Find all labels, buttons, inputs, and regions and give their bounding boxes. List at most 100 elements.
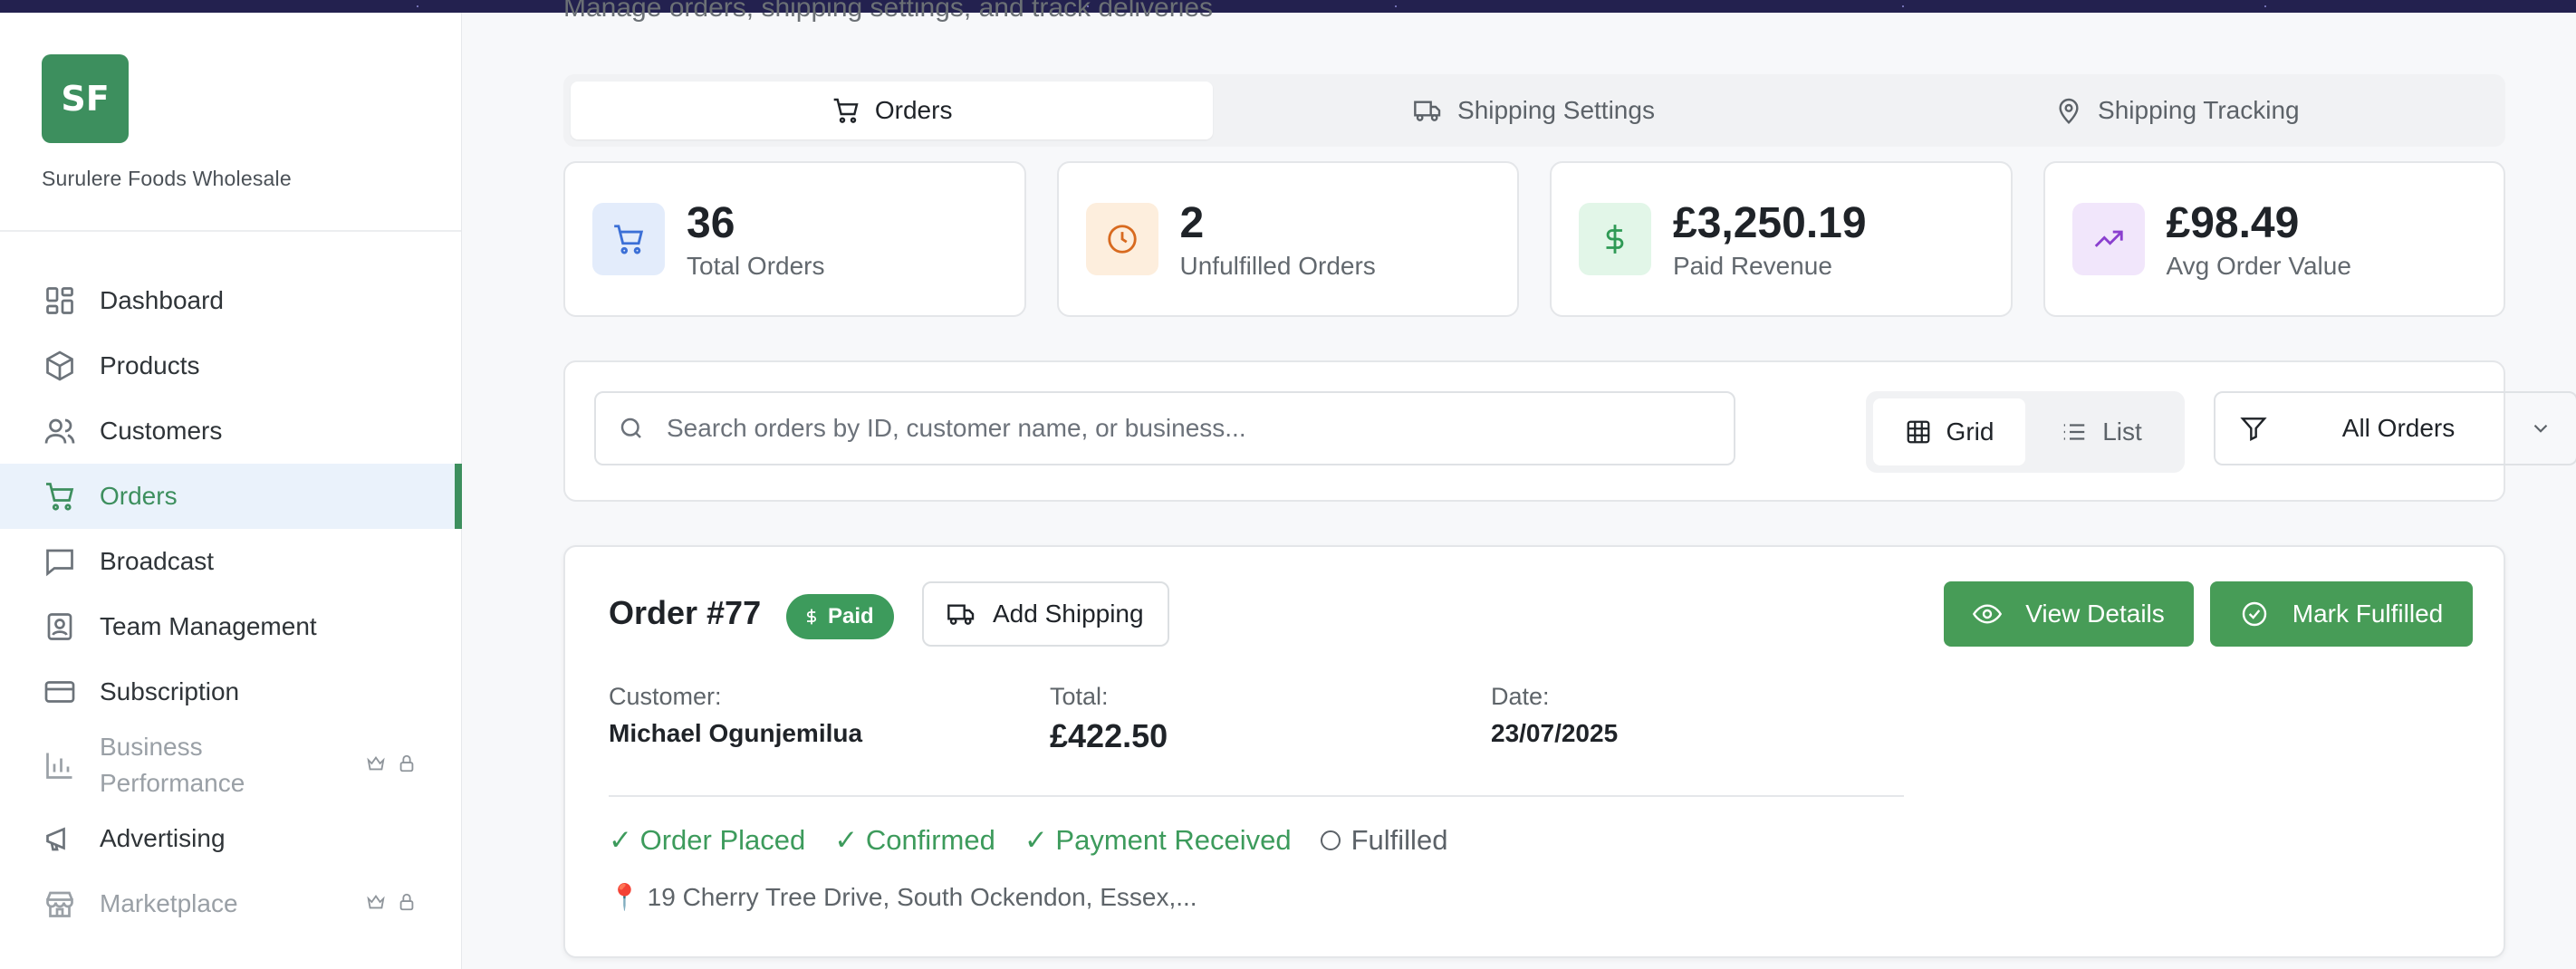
view-details-label: View Details [2025, 600, 2165, 628]
cart-icon [592, 203, 665, 275]
tab-shipping-tracking[interactable]: Shipping Tracking [1856, 82, 2498, 139]
sidebar-item-label: Customers [100, 417, 223, 445]
sidebar-item-marketplace[interactable]: Marketplace [0, 871, 462, 936]
truck-icon [947, 600, 976, 628]
check-circle-icon [2240, 600, 2269, 628]
megaphone-icon [42, 820, 78, 857]
tab-label: Orders [874, 96, 953, 124]
sidebar-item-orders[interactable]: Orders [0, 464, 462, 529]
page-subtitle: Manage orders, shipping settings, and tr… [563, 0, 1214, 23]
sidebar-item-products[interactable]: Products [0, 333, 462, 398]
top-banner-strip [0, 0, 2576, 13]
sidebar-item-team-management[interactable]: Team Management [0, 594, 462, 659]
status-badge-label: Paid [828, 604, 874, 628]
crown-icon [366, 751, 386, 780]
grid-view-button[interactable]: Grid [1873, 398, 2025, 465]
sidebar-item-label: Dashboard [100, 286, 224, 314]
tab-shipping-settings[interactable]: Shipping Settings [1213, 82, 1855, 139]
sidebar-item-label: Team Management [100, 612, 317, 640]
stat-label: Total Orders [687, 251, 825, 280]
map-pin-icon [2054, 96, 2083, 125]
sidebar-item-customers[interactable]: Customers [0, 398, 462, 464]
circle-icon [1320, 830, 1341, 850]
search-box[interactable] [594, 391, 1735, 465]
add-shipping-label: Add Shipping [993, 600, 1144, 628]
order-date: 23/07/2025 [1491, 719, 1619, 747]
search-input[interactable] [667, 414, 1708, 443]
divider [609, 795, 1904, 797]
step-fulfilled-label: Fulfilled [1350, 824, 1448, 856]
list-view-label: List [2102, 417, 2142, 446]
sidebar-item-label: Orders [100, 482, 178, 510]
bar-chart-icon [42, 747, 78, 783]
sidebar-item-business-performance[interactable]: Business Performance [0, 724, 462, 806]
step-confirmed: ✓ Confirmed [834, 824, 995, 856]
list-view-button[interactable]: List [2025, 398, 2177, 465]
sidebar-item-label: Business Performance [100, 733, 245, 797]
stat-label: Unfulfilled Orders [1179, 251, 1376, 280]
trending-up-icon [2071, 203, 2145, 275]
mark-fulfilled-label: Mark Fulfilled [2292, 600, 2444, 628]
stat-value: £3,250.19 [1673, 198, 1867, 247]
view-details-button[interactable]: View Details [1944, 581, 2194, 647]
tab-orders[interactable]: Orders [571, 82, 1214, 139]
list-icon [2061, 418, 2088, 446]
stat-value: 2 [1179, 198, 1205, 247]
step-order-placed: ✓ Order Placed [609, 824, 806, 856]
total-label: Total: [1050, 683, 1109, 710]
status-badge: Paid [786, 594, 894, 639]
badge-icon [42, 609, 78, 645]
cart-icon [42, 478, 78, 514]
sidebar-item-label: Advertising [100, 824, 226, 852]
order-card: Order #77 Paid Add Shipping View Details… [563, 545, 2505, 958]
eye-icon [1973, 600, 2003, 628]
stat-value: 36 [687, 198, 735, 247]
date-label: Date: [1491, 683, 1550, 710]
stat-paid-revenue: £3,250.19 Paid Revenue [1550, 161, 2013, 317]
order-progress: ✓ Order Placed ✓ Confirmed ✓ Payment Rec… [609, 824, 1447, 857]
grid-icon [1905, 418, 1932, 446]
order-filter-select[interactable]: All Orders [2214, 391, 2576, 465]
customer-name: Michael Ogunjemilua [609, 719, 863, 747]
clock-icon [1085, 203, 1158, 275]
dashboard-icon [42, 283, 78, 319]
lock-icon [397, 889, 417, 918]
add-shipping-button[interactable]: Add Shipping [922, 581, 1169, 647]
sidebar: SF Surulere Foods Wholesale Dashboard Pr… [0, 13, 462, 969]
brand-header: SF Surulere Foods Wholesale [0, 13, 461, 232]
step-fulfilled: Fulfilled [1320, 824, 1448, 857]
filter-value: All Orders [2341, 414, 2456, 442]
view-toggle: Grid List [1866, 391, 2185, 473]
grid-view-label: Grid [1946, 417, 1994, 446]
sidebar-nav: Dashboard Products Customers Orders Broa… [0, 268, 462, 936]
stat-label: Avg Order Value [2166, 251, 2351, 280]
brand-name: Surulere Foods Wholesale [42, 167, 292, 190]
card-icon [42, 674, 78, 710]
dollar-icon [1579, 203, 1651, 275]
stat-avg-order-value: £98.49 Avg Order Value [2043, 161, 2505, 317]
crown-icon [366, 889, 386, 918]
tab-bar: Orders Shipping Settings Shipping Tracki… [563, 74, 2505, 147]
package-icon [42, 348, 78, 384]
sidebar-item-advertising[interactable]: Advertising [0, 806, 462, 871]
order-total: £422.50 [1050, 717, 1168, 754]
sidebar-item-label: Marketplace [100, 889, 238, 917]
brand-logo[interactable]: SF [42, 54, 129, 143]
chevron-down-icon [2529, 417, 2552, 440]
sidebar-item-label: Subscription [100, 677, 240, 705]
cart-icon [831, 96, 860, 125]
message-icon [42, 543, 78, 580]
customer-label: Customer: [609, 683, 722, 710]
sidebar-item-dashboard[interactable]: Dashboard [0, 268, 462, 333]
mark-fulfilled-button[interactable]: Mark Fulfilled [2210, 581, 2473, 647]
tab-label: Shipping Settings [1457, 96, 1655, 124]
stat-total-orders: 36 Total Orders [563, 161, 1026, 317]
shipping-address: 📍 19 Cherry Tree Drive, South Ockendon, … [609, 883, 1197, 911]
sidebar-item-broadcast[interactable]: Broadcast [0, 529, 462, 594]
users-icon [42, 413, 78, 449]
lock-icon [397, 751, 417, 780]
orders-toolbar: Grid List All Orders [563, 360, 2576, 502]
sidebar-item-subscription[interactable]: Subscription [0, 659, 462, 724]
stat-unfulfilled-orders: 2 Unfulfilled Orders [1056, 161, 1519, 317]
store-icon [42, 886, 78, 922]
